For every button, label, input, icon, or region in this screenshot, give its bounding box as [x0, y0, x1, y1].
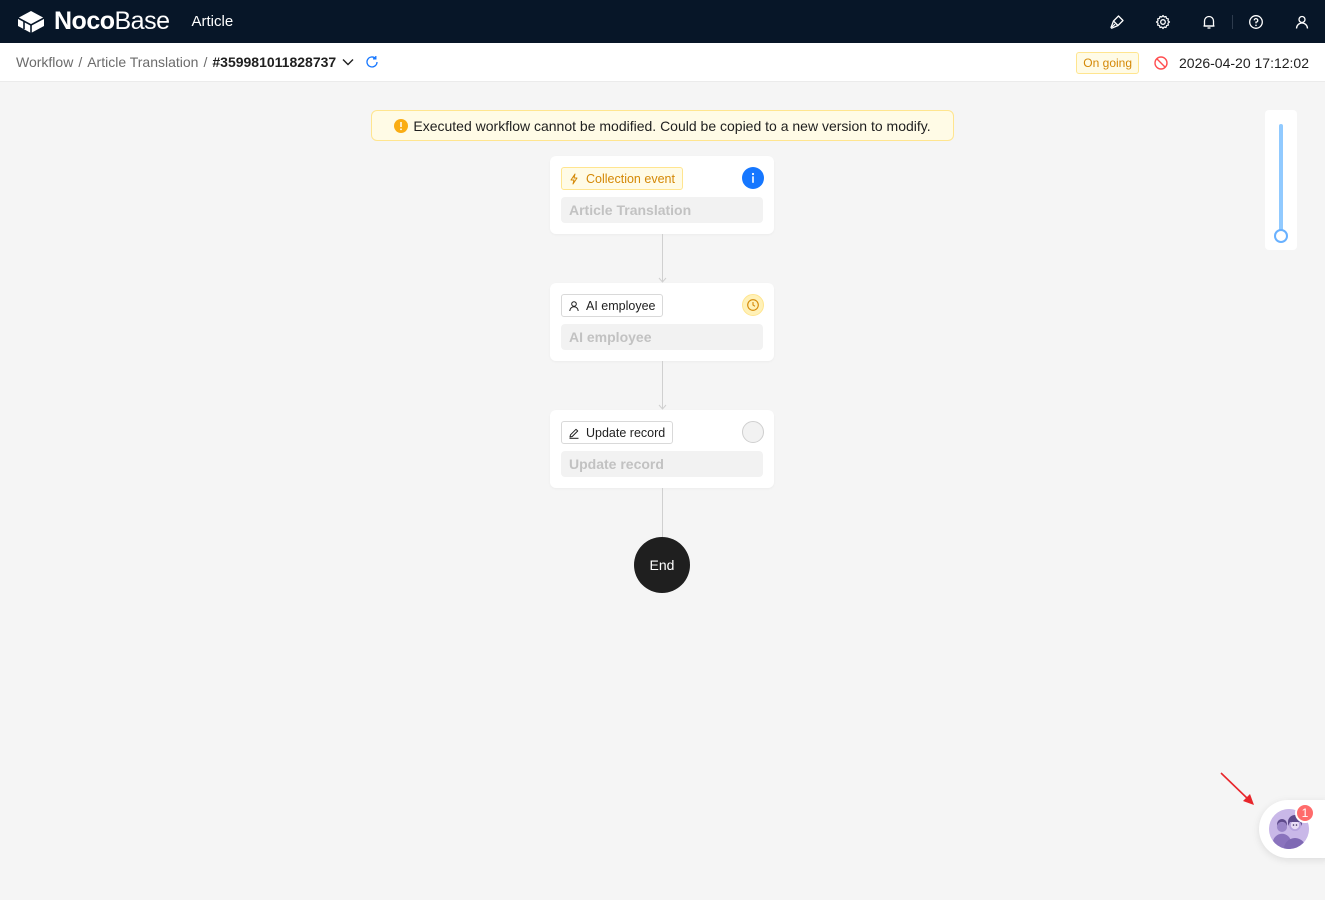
- theme-brush-icon: [1110, 14, 1124, 29]
- breadcrumb-workflow[interactable]: Workflow: [16, 54, 73, 70]
- node-type-tag: Update record: [561, 421, 674, 444]
- node-connector-line: [662, 234, 663, 282]
- execution-dropdown-button[interactable]: [341, 55, 355, 69]
- breadcrumb-separator: /: [203, 54, 208, 70]
- settings-button[interactable]: [1140, 0, 1186, 43]
- lightning-icon: [568, 173, 580, 185]
- node-status-not-started[interactable]: [742, 421, 764, 443]
- help-question-icon: [1249, 14, 1263, 29]
- node-type-label: AI employee: [586, 298, 656, 313]
- ai-assistant-panel: 1: [1259, 800, 1325, 858]
- refresh-icon: [366, 56, 378, 68]
- breadcrumb-workflow-name[interactable]: Article Translation: [87, 54, 198, 70]
- user-profile-button[interactable]: [1279, 0, 1325, 43]
- clock-icon: [747, 299, 759, 311]
- notifications-button[interactable]: [1186, 0, 1232, 43]
- execution-time: 2026-04-20 17:12:02: [1179, 54, 1309, 71]
- logo-wordmark: NocoBase: [54, 7, 170, 36]
- end-node: End: [634, 537, 690, 593]
- node-type-label: Collection event: [586, 171, 675, 186]
- zoom-slider-panel: [1265, 110, 1297, 250]
- read-only-alert: Executed workflow cannot be modified. Co…: [371, 110, 954, 141]
- node-connector-line: [662, 488, 663, 538]
- top-navbar: NocoBase Article: [0, 0, 1325, 43]
- nocobase-logo[interactable]: NocoBase: [16, 0, 170, 43]
- execution-status-tag: On going: [1076, 51, 1139, 74]
- update-record-node[interactable]: Update record Update record: [550, 410, 774, 488]
- node-status-info[interactable]: [742, 167, 764, 189]
- breadcrumb: Workflow / Article Translation / #359981…: [16, 54, 379, 70]
- help-button[interactable]: [1233, 0, 1279, 43]
- node-type-tag: Collection event: [561, 167, 683, 190]
- node-type-tag: AI employee: [561, 294, 664, 317]
- theme-brush-button[interactable]: [1094, 0, 1140, 43]
- execution-id: #359981011828737: [212, 54, 337, 70]
- node-title-field: Article Translation: [561, 197, 763, 223]
- refresh-button[interactable]: [365, 55, 379, 69]
- stop-circle-icon: [1154, 55, 1168, 70]
- logo-light-text: Base: [114, 7, 170, 35]
- user-profile-icon: [1295, 15, 1309, 29]
- app-menu-title[interactable]: Article: [191, 13, 233, 30]
- node-status-pending[interactable]: [742, 294, 764, 316]
- exclamation-circle-icon: [394, 118, 409, 133]
- logo-cube-icon: [17, 10, 45, 33]
- logo-bold-text: Noco: [54, 7, 115, 35]
- edit-icon: [568, 427, 580, 439]
- breadcrumb-separator: /: [78, 54, 83, 70]
- node-connector-line: [662, 361, 663, 409]
- person-icon: [568, 300, 580, 312]
- chevron-down-icon: [342, 59, 354, 66]
- execution-meta: On going 2026-04-20 17:12:02: [1076, 43, 1309, 82]
- node-title-field: AI employee: [561, 324, 763, 350]
- info-icon: [751, 172, 755, 183]
- alert-message: Executed workflow cannot be modified. Co…: [413, 117, 931, 134]
- execution-header: Workflow / Article Translation / #359981…: [0, 43, 1325, 82]
- zoom-slider-handle[interactable]: [1274, 229, 1288, 243]
- ai-employee-node[interactable]: AI employee AI employee: [550, 283, 774, 361]
- annotation-arrow-icon: [1220, 772, 1254, 805]
- cancel-execution-button[interactable]: [1153, 55, 1169, 71]
- notification-bell-icon: [1203, 15, 1215, 29]
- settings-gear-icon: [1155, 14, 1171, 29]
- zoom-slider-track[interactable]: [1279, 124, 1283, 236]
- node-type-label: Update record: [586, 425, 666, 440]
- ai-notification-badge: 1: [1295, 803, 1315, 823]
- top-right-toolbar: [1094, 0, 1325, 43]
- node-title-field: Update record: [561, 451, 763, 477]
- trigger-node[interactable]: Collection event Article Translation: [550, 156, 774, 234]
